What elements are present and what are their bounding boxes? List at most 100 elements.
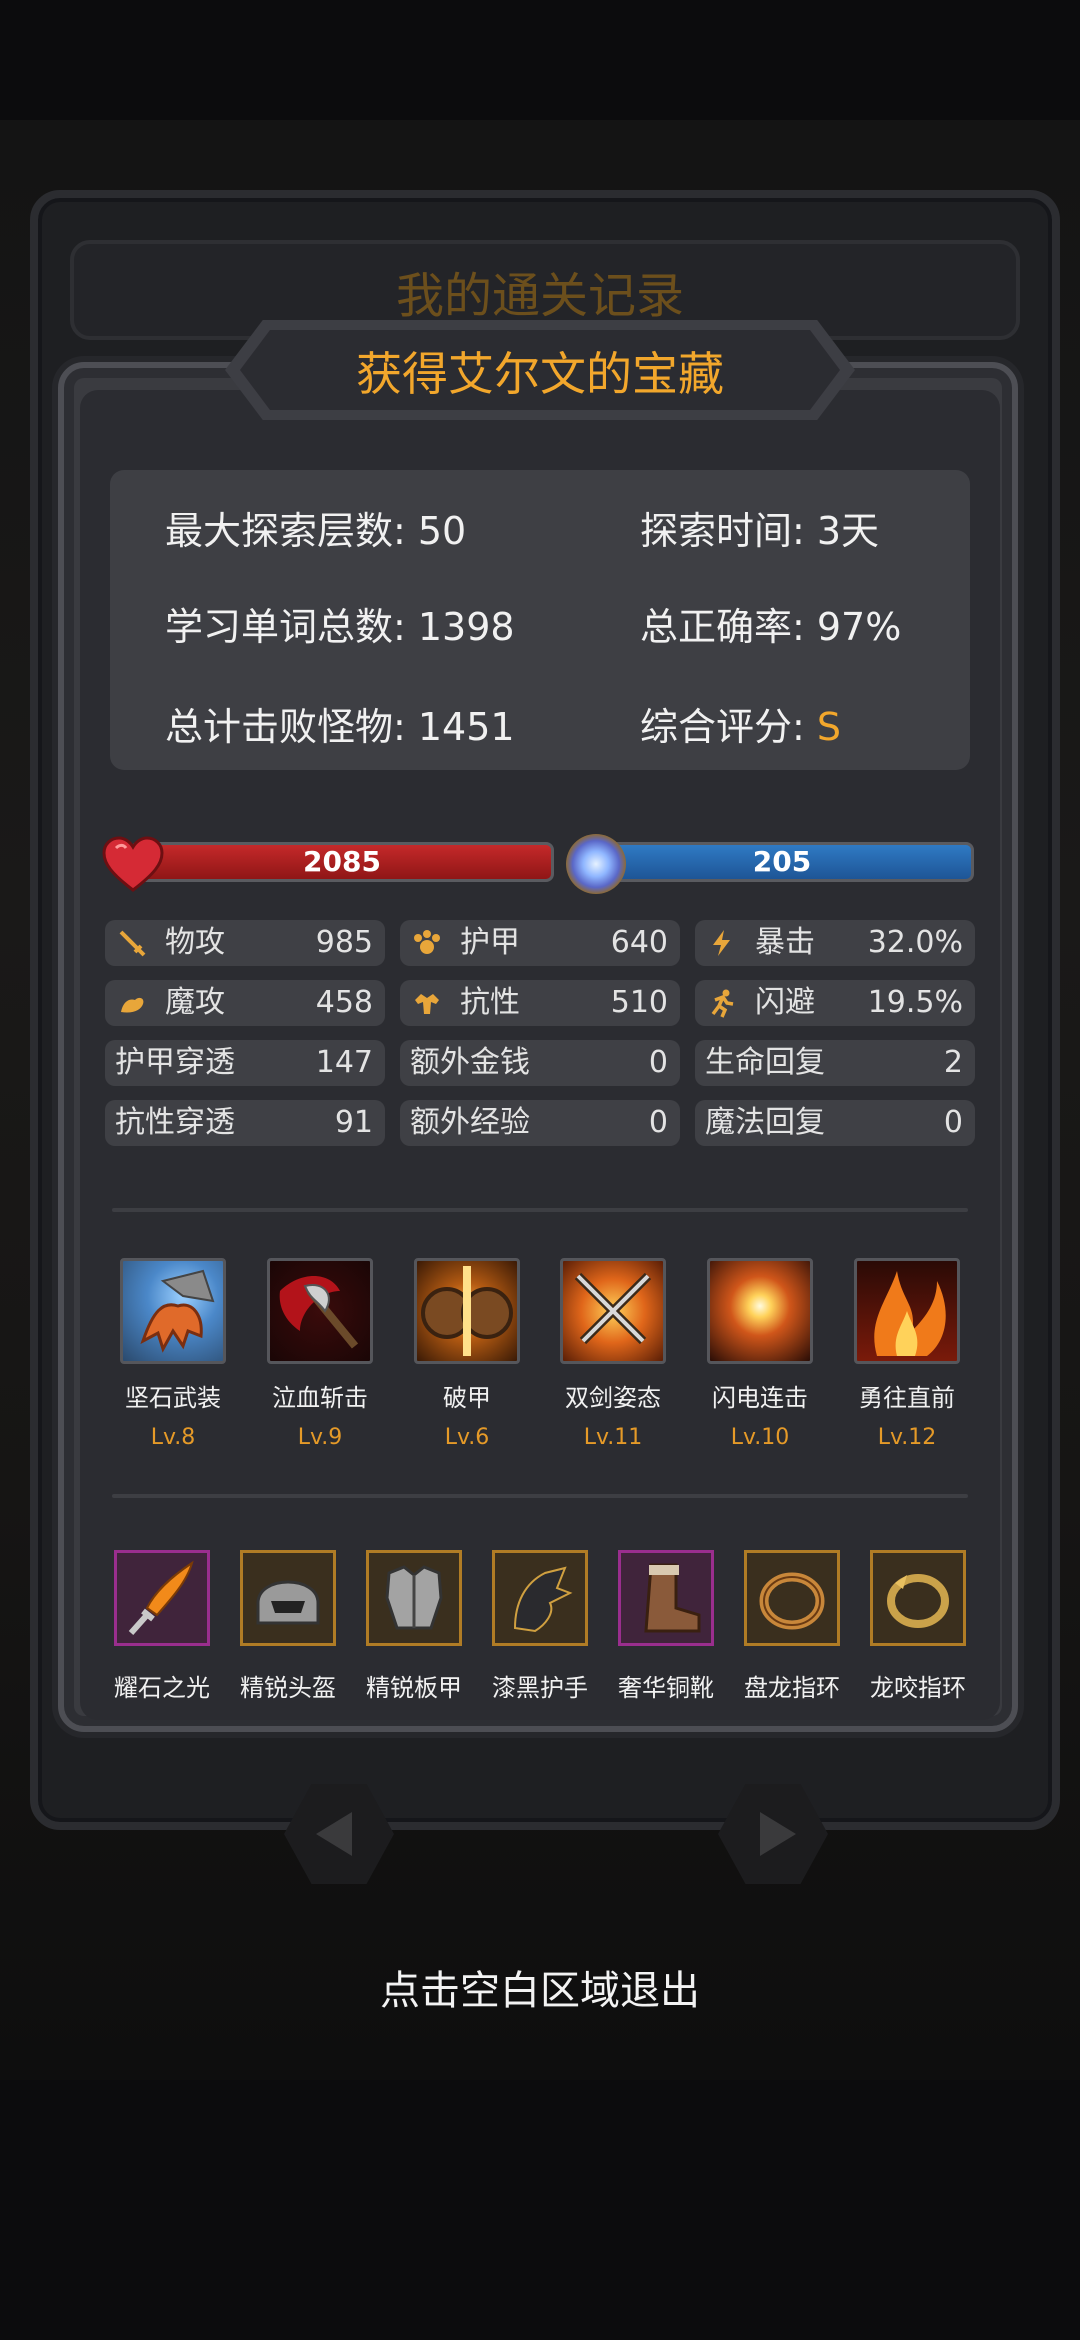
helmet-icon (240, 1550, 336, 1646)
flame-charge-icon (854, 1258, 960, 1364)
attr-value: 985 (315, 925, 373, 960)
stat-rating: 综合评分: S (640, 696, 841, 751)
attr-magic-attack: 魔攻 458 (105, 980, 385, 1026)
attr-label: 抗性 (460, 985, 520, 1020)
black-gauntlet-icon (492, 1550, 588, 1646)
equip-name: 精锐头盔 (240, 1674, 336, 1702)
lightning-icon (713, 930, 730, 956)
twin-swords-icon (560, 1258, 666, 1364)
stat-accuracy: 总正确率: 97% (640, 605, 902, 649)
divider (112, 1208, 968, 1212)
skill-item[interactable]: 泣血斩击 Lv.9 (265, 1258, 375, 1450)
equip-item[interactable]: 精锐头盔 (240, 1550, 336, 1703)
attr-label: 抗性穿透 (115, 1105, 235, 1140)
plate-armor-icon (366, 1550, 462, 1646)
equip-name: 耀石之光 (114, 1674, 210, 1702)
attr-value: 91 (334, 1105, 373, 1140)
skill-level: Lv.9 (297, 1425, 343, 1450)
broken-shield-icon (414, 1258, 520, 1364)
attr-armor: 护甲 640 (400, 920, 680, 966)
attr-dodge: 闪避 19.5% (695, 980, 975, 1026)
attr-label: 魔攻 (165, 985, 225, 1020)
skill-name: 闪电连击 (712, 1384, 808, 1412)
skill-item[interactable]: 双剑姿态 Lv.11 (558, 1258, 668, 1450)
lightning-flash-icon (707, 1258, 813, 1364)
rating-label: 综合评分: (640, 705, 817, 749)
attr-label: 生命回复 (705, 1045, 825, 1080)
equip-name: 龙咬指环 (870, 1674, 966, 1702)
equip-item[interactable]: 奢华铜靴 (618, 1550, 714, 1703)
stone-claw-icon (120, 1258, 226, 1364)
attr-value: 2 (943, 1045, 963, 1080)
attr-physical-attack: 物攻 985 (105, 920, 385, 966)
skill-level: Lv.8 (150, 1425, 196, 1450)
attr-label: 护甲 (460, 925, 520, 960)
bloody-axe-icon (267, 1258, 373, 1364)
equip-name: 奢华铜靴 (618, 1674, 714, 1702)
skill-name: 泣血斩击 (272, 1384, 368, 1412)
divider (112, 1494, 968, 1498)
hp-bar: 2085 (130, 842, 554, 882)
skill-level: Lv.10 (730, 1425, 790, 1450)
skill-name: 坚石武装 (125, 1384, 221, 1412)
stat-monsters: 总计击败怪物: 1451 (165, 705, 515, 749)
attr-value: 640 (610, 925, 668, 960)
attr-value: 0 (648, 1105, 668, 1140)
skill-level: Lv.12 (877, 1425, 937, 1450)
mp-bar: 205 (590, 842, 974, 882)
skill-item[interactable]: 破甲 Lv.6 (412, 1258, 522, 1450)
running-icon (711, 989, 734, 1018)
attr-label: 魔法回复 (705, 1105, 825, 1140)
paw-icon (414, 930, 440, 954)
back-panel-title: 我的通关记录 (395, 268, 684, 324)
skill-item[interactable]: 勇往直前 Lv.12 (852, 1258, 962, 1450)
attr-hp-regen: 生命回复 2 (695, 1040, 975, 1086)
dragon-bite-ring-icon (870, 1550, 966, 1646)
equip-item[interactable]: 漆黑护手 (492, 1550, 588, 1703)
stat-words-total: 学习单词总数: 1398 (165, 605, 515, 649)
equip-item[interactable]: 耀石之光 (114, 1550, 210, 1703)
dragon-ring-icon (744, 1550, 840, 1646)
sword-icon (119, 930, 146, 957)
equip-name: 漆黑护手 (492, 1674, 588, 1702)
attr-label: 物攻 (165, 925, 225, 960)
attr-value: 0 (943, 1105, 963, 1140)
attr-label: 额外金钱 (410, 1045, 530, 1080)
equip-name: 盘龙指环 (744, 1674, 840, 1702)
stat-explore-time: 探索时间: 3天 (640, 509, 880, 553)
attr-value: 458 (315, 985, 373, 1020)
attr-resist-pen: 抗性穿透 91 (105, 1100, 385, 1146)
exit-hint: 点击空白区域退出 (380, 1968, 700, 2014)
skill-level: Lv.6 (444, 1425, 490, 1450)
attr-value: 19.5% (867, 985, 963, 1020)
attr-resist: 抗性 510 (400, 980, 680, 1026)
attr-armor-pen: 护甲穿透 147 (105, 1040, 385, 1086)
equip-item[interactable]: 盘龙指环 (744, 1550, 840, 1703)
skill-item[interactable]: 闪电连击 Lv.10 (705, 1258, 815, 1450)
attr-value: 510 (610, 985, 668, 1020)
muscle-icon (415, 994, 439, 1014)
skill-name: 破甲 (443, 1384, 491, 1412)
equip-item[interactable]: 龙咬指环 (870, 1550, 966, 1703)
attr-label: 护甲穿透 (115, 1045, 235, 1080)
attr-crit: 暴击 32.0% (695, 920, 975, 966)
arrow-left-icon (316, 1812, 352, 1856)
attr-label: 额外经验 (410, 1105, 530, 1140)
panel-title: 获得艾尔文的宝藏 (356, 347, 724, 401)
mana-orb-icon (566, 834, 626, 894)
skill-name: 勇往直前 (859, 1384, 955, 1412)
attr-label: 闪避 (755, 985, 815, 1020)
attr-value: 0 (648, 1045, 668, 1080)
skill-item[interactable]: 坚石武装 Lv.8 (118, 1258, 228, 1450)
arrow-right-icon (760, 1812, 796, 1856)
magic-hand-icon (121, 997, 144, 1013)
attr-label: 暴击 (755, 925, 815, 960)
skill-name: 双剑姿态 (565, 1384, 661, 1412)
equip-name: 精锐板甲 (366, 1674, 462, 1702)
equip-item[interactable]: 精锐板甲 (366, 1550, 462, 1703)
boot-icon (618, 1550, 714, 1646)
stat-max-floor: 最大探索层数: 50 (165, 509, 467, 553)
rating-grade: S (816, 705, 842, 749)
attr-extra-exp: 额外经验 0 (400, 1100, 680, 1146)
attr-mp-regen: 魔法回复 0 (695, 1100, 975, 1146)
